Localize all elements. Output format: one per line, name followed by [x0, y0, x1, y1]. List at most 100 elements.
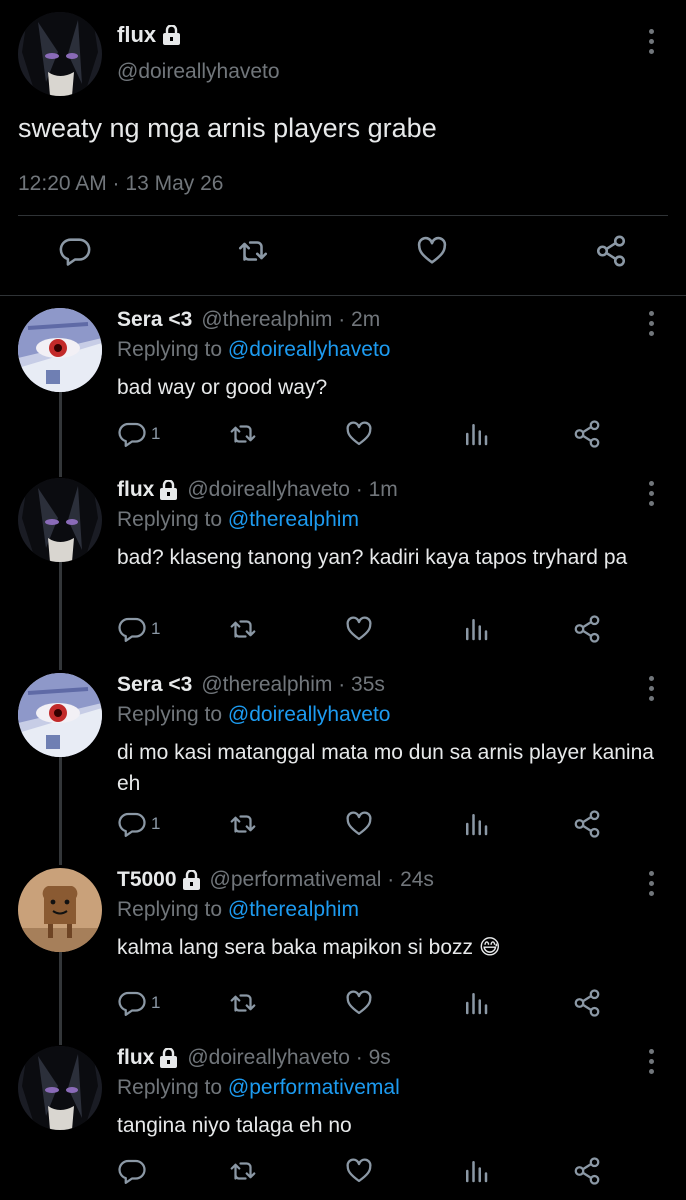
- replying-to-link[interactable]: @therealphim: [228, 898, 359, 921]
- share-icon[interactable]: [594, 234, 628, 268]
- reply-icon: [118, 812, 146, 837]
- reply-text: kalma lang sera baka mapikon si bozz 😅: [117, 936, 501, 959]
- reply-icon[interactable]: [58, 234, 92, 268]
- replying-to-line: Replying to @therealphim: [117, 508, 359, 532]
- more-options-icon[interactable]: [641, 1046, 661, 1076]
- reply-icon: [118, 617, 146, 642]
- reply-action-bar: 1: [117, 614, 617, 644]
- author-name[interactable]: flux: [117, 1046, 154, 1070]
- replying-to-label: Replying to: [117, 1076, 228, 1099]
- replying-to-label: Replying to: [117, 703, 228, 726]
- lock-icon: [159, 1047, 178, 1068]
- avatar[interactable]: [18, 868, 102, 952]
- reply-tweet[interactable]: T5000 @performativemal · 24s Replying to…: [0, 868, 686, 1028]
- reply-tweet[interactable]: flux @doireallyhaveto · 9s Replying to @…: [0, 1046, 686, 1196]
- like-icon[interactable]: [344, 614, 374, 644]
- replying-to-line: Replying to @performativemal: [117, 1076, 400, 1100]
- reply-button[interactable]: 1: [117, 809, 160, 839]
- reply-button[interactable]: [117, 1156, 151, 1186]
- divider: [0, 295, 686, 296]
- more-options-icon[interactable]: [641, 308, 661, 338]
- reply-action-bar: 1: [117, 809, 617, 839]
- author-name-text: flux: [117, 22, 157, 47]
- lock-icon: [162, 24, 181, 45]
- main-author-name[interactable]: flux: [117, 22, 181, 48]
- reply-tweet[interactable]: Sera <3 @therealphim · 2m Replying to @d…: [0, 308, 686, 458]
- retweet-icon[interactable]: [228, 1156, 258, 1186]
- analytics-icon[interactable]: [461, 614, 491, 644]
- share-icon[interactable]: [572, 419, 602, 449]
- reply-icon: [118, 991, 146, 1016]
- author-handle-time[interactable]: @therealphim · 2m: [201, 308, 380, 332]
- replying-to-line: Replying to @therealphim: [117, 898, 359, 922]
- more-options-icon[interactable]: [641, 478, 661, 508]
- author-handle-time[interactable]: @doireallyhaveto · 1m: [187, 478, 397, 502]
- replying-to-link[interactable]: @therealphim: [228, 508, 359, 531]
- author-name[interactable]: Sera <3: [117, 308, 192, 332]
- share-icon[interactable]: [572, 1156, 602, 1186]
- author-handle-time[interactable]: @doireallyhaveto · 9s: [187, 1046, 390, 1070]
- lock-icon: [159, 479, 178, 500]
- share-icon[interactable]: [572, 988, 602, 1018]
- reply-text: tangina niyo talaga eh no: [117, 1114, 352, 1137]
- reply-button[interactable]: 1: [117, 419, 160, 449]
- reply-text: bad way or good way?: [117, 376, 328, 399]
- reply-button[interactable]: 1: [117, 988, 160, 1018]
- reply-action-bar: [117, 1156, 617, 1186]
- replying-to-label: Replying to: [117, 338, 228, 361]
- author-name[interactable]: T5000: [117, 868, 177, 892]
- retweet-icon[interactable]: [228, 988, 258, 1018]
- author-handle-time[interactable]: @therealphim · 35s: [201, 673, 385, 697]
- main-author-handle[interactable]: @doireallyhaveto: [117, 60, 280, 84]
- reply-text: bad? klaseng tanong yan? kadiri kaya tap…: [117, 546, 628, 569]
- reply-text: di mo kasi matanggal mata mo dun sa arni…: [117, 741, 654, 795]
- avatar[interactable]: [18, 478, 102, 562]
- replying-to-line: Replying to @doireallyhaveto: [117, 703, 390, 727]
- like-icon[interactable]: [344, 988, 374, 1018]
- share-icon[interactable]: [572, 809, 602, 839]
- like-icon[interactable]: [344, 419, 374, 449]
- analytics-icon[interactable]: [461, 809, 491, 839]
- analytics-icon[interactable]: [461, 988, 491, 1018]
- retweet-icon[interactable]: [236, 234, 270, 268]
- like-icon[interactable]: [415, 234, 449, 268]
- share-icon[interactable]: [572, 614, 602, 644]
- more-options-icon[interactable]: [641, 26, 661, 56]
- like-icon[interactable]: [344, 1156, 374, 1186]
- main-action-bar: [0, 230, 686, 282]
- like-icon[interactable]: [344, 809, 374, 839]
- reply-icon: [118, 1159, 146, 1184]
- retweet-icon[interactable]: [228, 809, 258, 839]
- retweet-icon[interactable]: [228, 614, 258, 644]
- lock-icon: [182, 869, 201, 890]
- replying-to-link[interactable]: @doireallyhaveto: [228, 703, 391, 726]
- analytics-icon[interactable]: [461, 419, 491, 449]
- replying-to-link[interactable]: @performativemal: [228, 1076, 400, 1099]
- reply-action-bar: 1: [117, 419, 617, 449]
- divider: [18, 215, 668, 216]
- reply-count: 1: [151, 814, 161, 833]
- replying-to-link[interactable]: @doireallyhaveto: [228, 338, 391, 361]
- replying-to-label: Replying to: [117, 508, 228, 531]
- reply-button[interactable]: 1: [117, 614, 160, 644]
- retweet-icon[interactable]: [228, 419, 258, 449]
- avatar[interactable]: [18, 1046, 102, 1130]
- main-tweet: flux @doireallyhaveto sweaty ng mga arni…: [0, 0, 686, 296]
- reply-tweet[interactable]: flux @doireallyhaveto · 1m Replying to @…: [0, 478, 686, 658]
- author-name[interactable]: Sera <3: [117, 673, 192, 697]
- reply-count: 1: [151, 424, 161, 443]
- replying-to-line: Replying to @doireallyhaveto: [117, 338, 390, 362]
- more-options-icon[interactable]: [641, 868, 661, 898]
- main-tweet-text: sweaty ng mga arnis players grabe: [18, 113, 437, 143]
- more-options-icon[interactable]: [641, 673, 661, 703]
- main-tweet-timestamp[interactable]: 12:20 AM · 13 May 26: [18, 172, 223, 196]
- author-name[interactable]: flux: [117, 478, 154, 502]
- reply-action-bar: 1: [117, 988, 617, 1018]
- analytics-icon[interactable]: [461, 1156, 491, 1186]
- main-avatar[interactable]: [18, 12, 102, 96]
- avatar[interactable]: [18, 308, 102, 392]
- replying-to-label: Replying to: [117, 898, 228, 921]
- avatar[interactable]: [18, 673, 102, 757]
- reply-tweet[interactable]: Sera <3 @therealphim · 35s Replying to @…: [0, 673, 686, 853]
- author-handle-time[interactable]: @performativemal · 24s: [210, 868, 434, 892]
